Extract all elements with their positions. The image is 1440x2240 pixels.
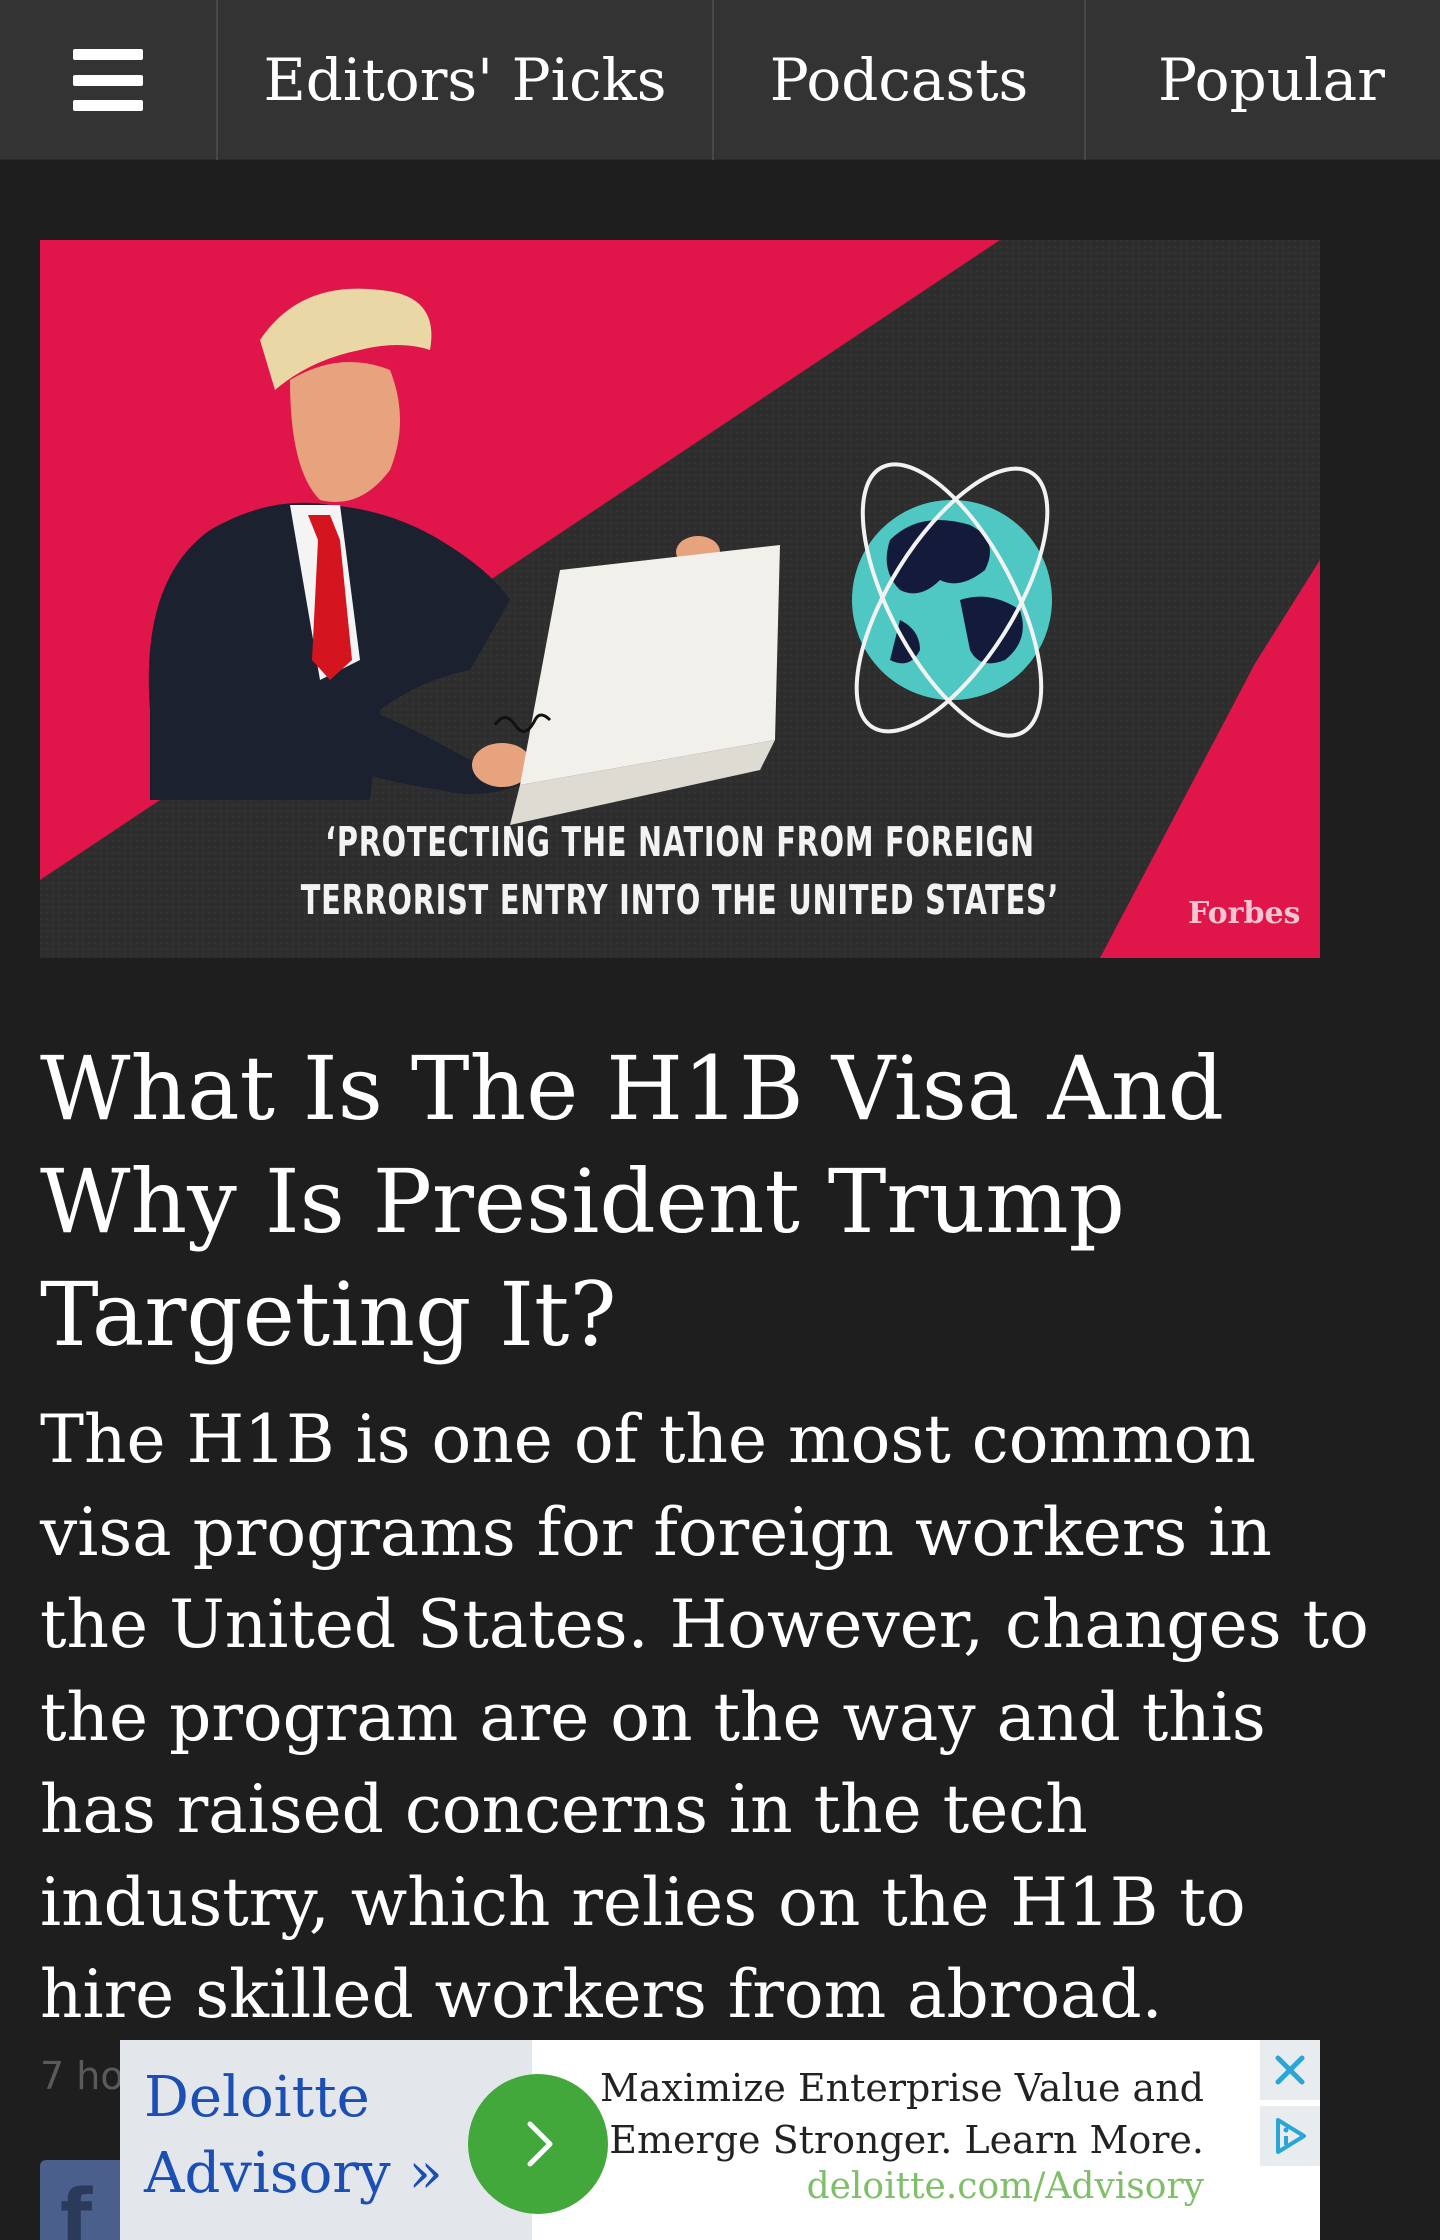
ad-banner[interactable]: Deloitte Advisory » Maximize Enterprise … — [120, 2040, 1320, 2240]
hero-caption-line2: TERRORIST ENTRY INTO THE UNITED STATES’ — [300, 876, 1060, 924]
close-icon — [1275, 2055, 1305, 2085]
hero-caption-line1: ‘PROTECTING THE NATION FROM FOREIGN — [325, 818, 1035, 866]
figure-face — [290, 362, 400, 502]
hero-brand-logo: Forbes — [1188, 896, 1301, 931]
hamburger-menu-icon — [73, 49, 143, 111]
tab-editors-picks[interactable]: Editors' Picks — [218, 0, 714, 160]
ad-cta-button[interactable] — [468, 2074, 608, 2214]
ad-url[interactable]: deloitte.com/Advisory — [807, 2166, 1204, 2207]
article-summary: The H1B is one of the most common visa p… — [40, 1401, 1369, 2033]
chevron-right-icon — [527, 2121, 553, 2167]
menu-button[interactable] — [0, 0, 218, 160]
tab-podcasts[interactable]: Podcasts — [714, 0, 1086, 160]
ad-copy: Maximize Enterprise Value and Emerge Str… — [600, 2062, 1204, 2166]
facebook-share-button[interactable]: f — [40, 2160, 120, 2240]
ad-copy-line2: Emerge Stronger. Learn More. — [609, 2118, 1204, 2162]
article-headline[interactable]: What Is The H1B Visa And Why Is Presiden… — [40, 1032, 1340, 1371]
adchoices-button[interactable] — [1260, 2106, 1320, 2166]
ad-close-button[interactable] — [1260, 2040, 1320, 2100]
article-timestamp: 7 ho — [40, 2054, 124, 2098]
ad-brand-link[interactable]: Deloitte Advisory » — [144, 2060, 464, 2212]
article-hero-image[interactable]: ‘PROTECTING THE NATION FROM FOREIGN TERR… — [40, 240, 1320, 958]
tab-popular[interactable]: Popular — [1086, 0, 1438, 160]
adchoices-icon — [1276, 2118, 1306, 2154]
ad-copy-line1: Maximize Enterprise Value and — [599, 2066, 1204, 2110]
top-nav: Editors' Picks Podcasts Popular — [0, 0, 1440, 160]
facebook-icon: f — [60, 2174, 93, 2240]
